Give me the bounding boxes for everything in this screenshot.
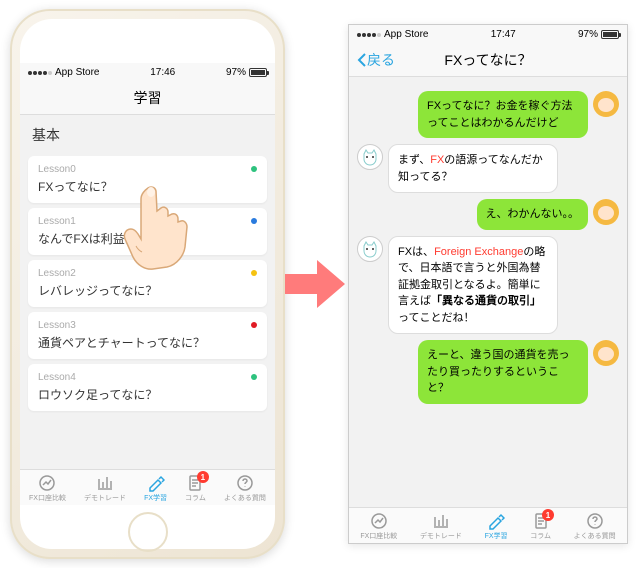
message-row: FXは、Foreign Exchangeの略で、日本語で言うと外国為替証拠金取引…: [357, 236, 619, 335]
tab-label: FX口座比較: [360, 531, 397, 541]
status-bar: App Store 17:46 97%: [20, 63, 275, 82]
home-button[interactable]: [128, 512, 168, 552]
message-row: えーと、違う国の通貨を売ったり買ったりするということ？: [357, 340, 619, 404]
tab-label: よくある質問: [224, 493, 266, 503]
graph-icon: [96, 474, 114, 492]
lesson-title: レバレッジってなに？: [38, 282, 257, 299]
tab-label: FX学習: [485, 531, 508, 541]
message-bubble: まず、FXの語源ってなんだか知ってる？: [388, 144, 558, 193]
lesson-card[interactable]: Lesson4 ロウソク足ってなに？: [28, 364, 267, 411]
tab-label: デモトレード: [84, 493, 126, 503]
phone-inner: App Store 17:46 97% 学習 基本 Lesson0 FXってなに…: [20, 19, 275, 549]
status-dot-icon: [251, 166, 257, 172]
avatar-cat: [357, 144, 383, 170]
message-bubble: え、わかんない。。: [477, 199, 589, 230]
back-button[interactable]: 戻る: [357, 50, 395, 70]
message-row: え、わかんない。。: [357, 199, 619, 230]
lesson-title: 通貨ペアとチャートってなに？: [38, 334, 257, 351]
section-header: 基本: [20, 115, 275, 151]
status-dot-icon: [251, 218, 257, 224]
message-bubble: FXってなに？お金を稼ぐ方法ってことはわかるんだけど: [418, 91, 588, 138]
nav-title: FXってなに？: [444, 50, 531, 70]
clock: 17:47: [491, 29, 516, 40]
signal-icon: [357, 33, 381, 37]
chart-icon: [38, 474, 56, 492]
battery-icon: [249, 68, 267, 77]
message-bubble: FXは、Foreign Exchangeの略で、日本語で言うと外国為替証拠金取引…: [388, 236, 558, 335]
phone-left: App Store 17:46 97% 学習 基本 Lesson0 FXってなに…: [10, 9, 285, 559]
status-dot-icon: [251, 374, 257, 380]
status-dot-icon: [251, 270, 257, 276]
tab-demo[interactable]: デモトレード: [84, 474, 126, 503]
tab-label: デモトレード: [420, 531, 462, 541]
graph-icon: [432, 512, 450, 530]
avatar-cat: [357, 236, 383, 262]
tab-faq[interactable]: よくある質問: [224, 474, 266, 503]
tab-label: FX学習: [144, 493, 167, 503]
carrier-label: App Store: [384, 29, 428, 40]
chart-icon: [370, 512, 388, 530]
lesson-card[interactable]: Lesson3 通貨ペアとチャートってなに？: [28, 312, 267, 359]
battery-pct: 97%: [226, 67, 246, 78]
status-right: 97%: [578, 29, 619, 40]
navbar: 学習: [20, 82, 275, 115]
status-right: 97%: [226, 67, 267, 78]
battery-icon: [601, 30, 619, 39]
tab-column[interactable]: コラム 1: [530, 512, 551, 541]
chevron-left-icon: [357, 53, 367, 67]
lesson-label: Lesson0: [38, 164, 257, 175]
message-row: まず、FXの語源ってなんだか知ってる？: [357, 144, 619, 193]
signal-icon: [28, 71, 52, 75]
message-list: FXってなに？お金を稼ぐ方法ってことはわかるんだけどまず、FXの語源ってなんだか…: [349, 77, 627, 507]
help-icon: [586, 512, 604, 530]
tab-fx-compare[interactable]: FX口座比較: [29, 474, 66, 503]
help-icon: [236, 474, 254, 492]
tab-learn[interactable]: FX学習: [485, 512, 508, 541]
carrier-label: App Store: [55, 67, 99, 78]
message-bubble: えーと、違う国の通貨を売ったり買ったりするということ？: [418, 340, 588, 404]
lesson-label: Lesson4: [38, 372, 257, 383]
tab-column[interactable]: コラム 1: [185, 474, 206, 503]
tab-demo[interactable]: デモトレード: [420, 512, 462, 541]
avatar-girl: [593, 340, 619, 366]
status-left: App Store: [357, 29, 428, 40]
message-row: FXってなに？お金を稼ぐ方法ってことはわかるんだけど: [357, 91, 619, 138]
lesson-title: ロウソク足ってなに？: [38, 386, 257, 403]
tab-faq[interactable]: よくある質問: [574, 512, 616, 541]
tab-learn[interactable]: FX学習: [144, 474, 167, 503]
pen-icon: [147, 474, 165, 492]
navbar: 戻る FXってなに？: [349, 44, 627, 77]
clock: 17:46: [150, 67, 175, 78]
tab-label: コラム: [185, 493, 206, 503]
lesson-label: Lesson3: [38, 320, 257, 331]
badge: 1: [197, 471, 209, 483]
screen-learning: App Store 17:46 97% 学習 基本 Lesson0 FXってなに…: [20, 63, 275, 505]
status-left: App Store: [28, 67, 99, 78]
pen-icon: [487, 512, 505, 530]
back-label: 戻る: [367, 50, 395, 70]
phone-right: App Store 17:47 97% 戻る FXってなに？ FXってなに？お金…: [348, 24, 628, 544]
tab-label: よくある質問: [574, 531, 616, 541]
tabbar: FX口座比較 デモトレード FX学習 コラム 1 よくある質問: [20, 469, 275, 505]
arrow-icon: [285, 260, 345, 308]
tab-fx-compare[interactable]: FX口座比較: [360, 512, 397, 541]
battery-pct: 97%: [578, 29, 598, 40]
tabbar: FX口座比較 デモトレード FX学習 コラム 1 よくある質問: [349, 507, 627, 543]
avatar-girl: [593, 199, 619, 225]
nav-title: 学習: [134, 88, 162, 108]
tab-label: コラム: [530, 531, 551, 541]
tab-label: FX口座比較: [29, 493, 66, 503]
status-dot-icon: [251, 322, 257, 328]
avatar-girl: [593, 91, 619, 117]
hand-pointer-icon: [120, 180, 200, 280]
badge: 1: [542, 509, 554, 521]
status-bar: App Store 17:47 97%: [349, 25, 627, 44]
